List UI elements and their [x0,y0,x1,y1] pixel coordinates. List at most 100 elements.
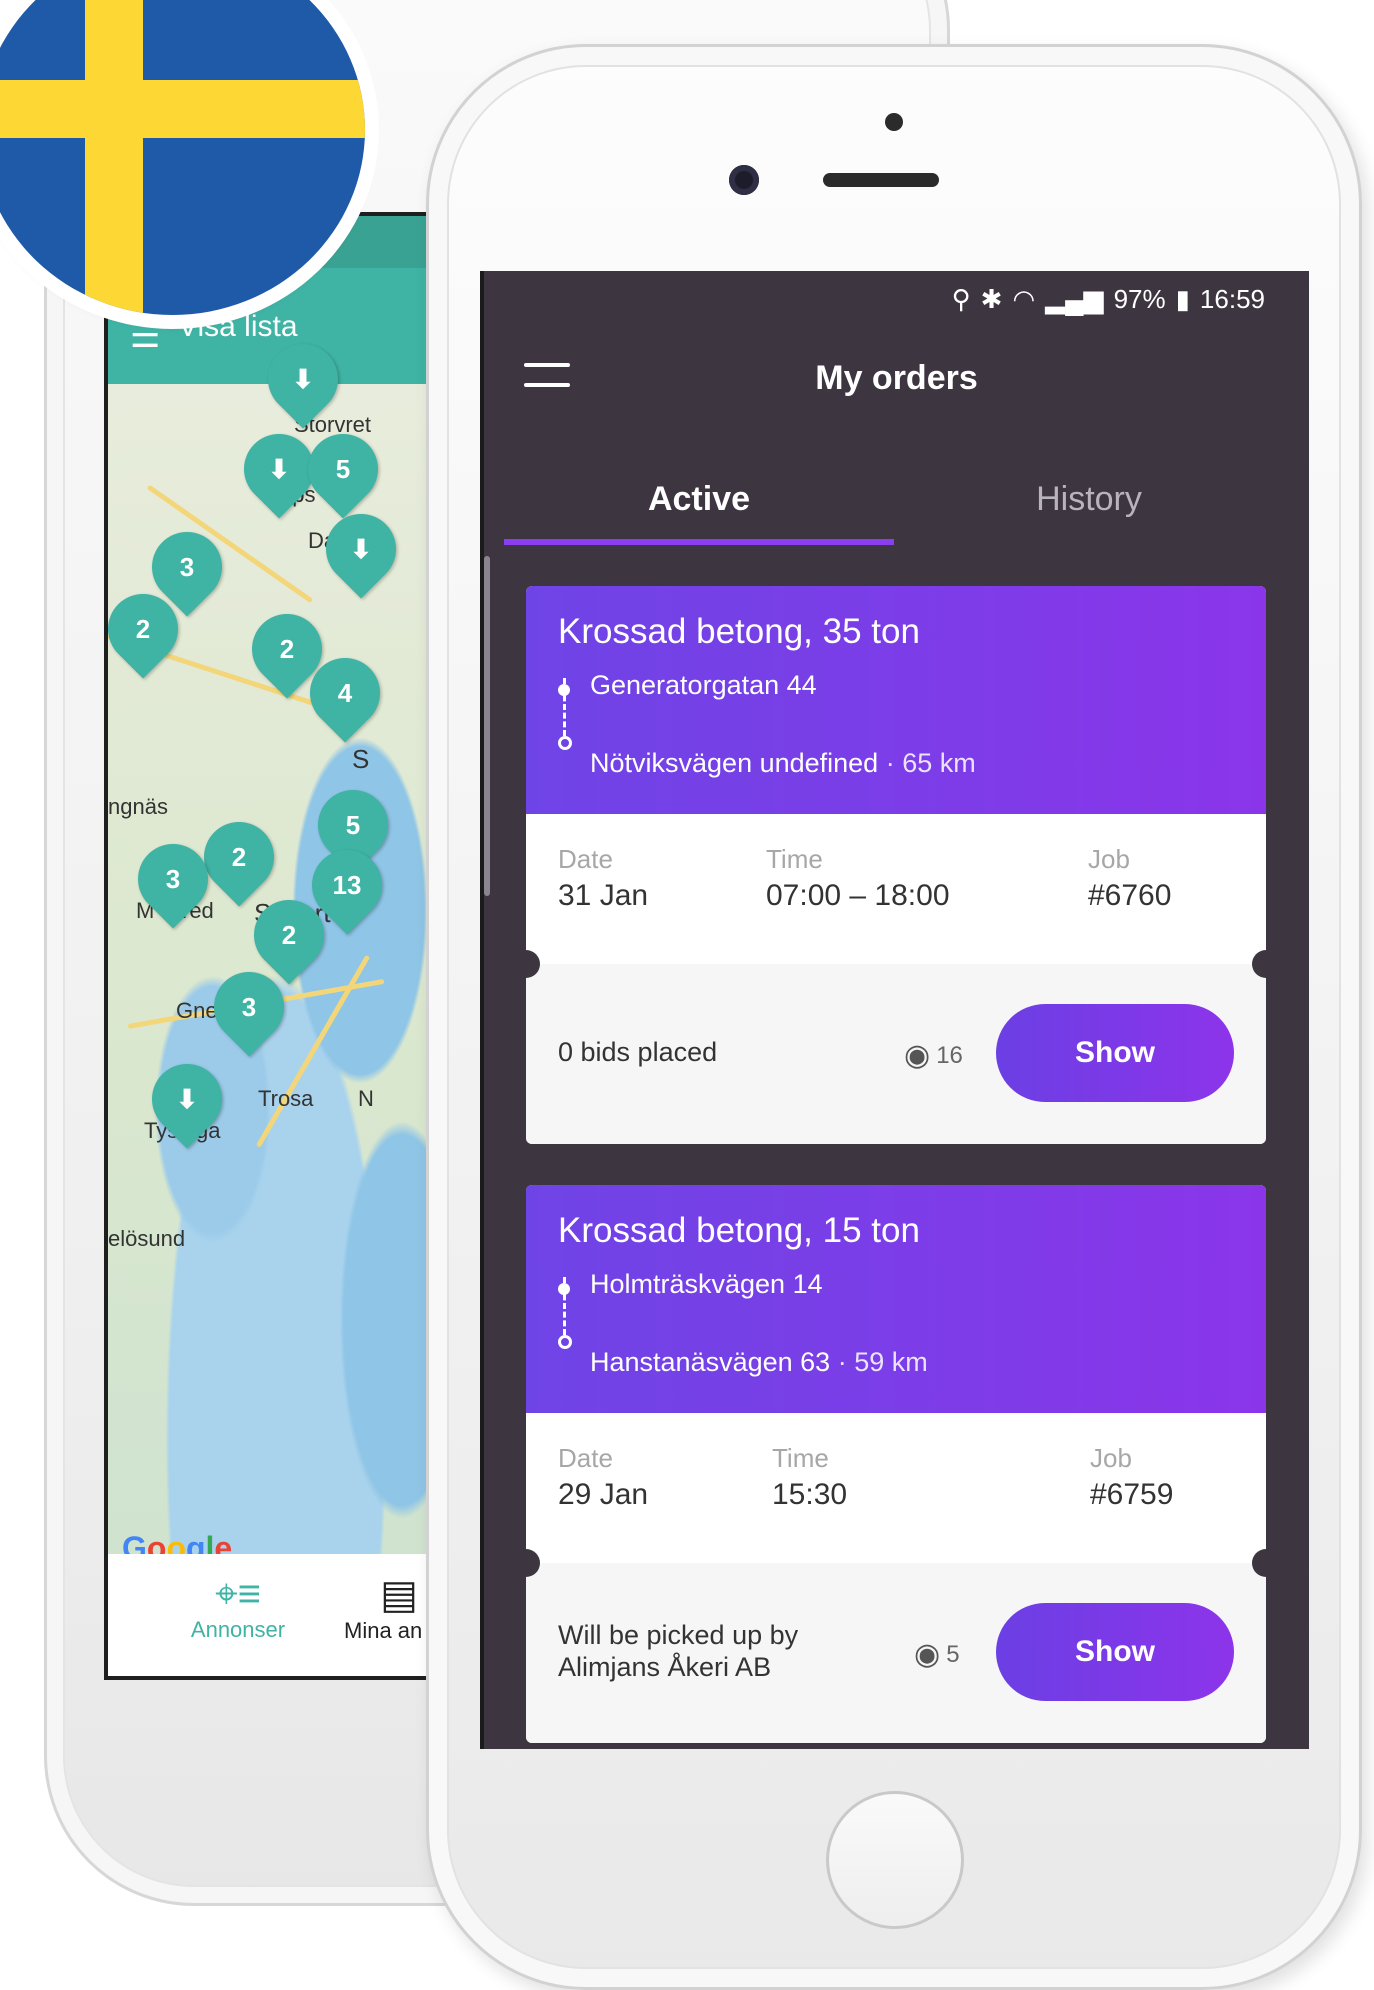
location-icon: ⚲ [951,283,971,314]
destination-line: Nötviksvägen undefined · 65 km [590,748,976,779]
order-status: 0 bids placed [558,1036,717,1068]
download-icon: ⬇ [350,533,372,564]
view-count-value: 5 [946,1640,960,1668]
map-label: N [358,1086,374,1111]
order-card-header: Krossad betong, 35 ton Generatorgatan 44… [526,586,1266,814]
map-pin-cluster[interactable]: 3 [123,829,223,929]
map-pin-list-icon: ⌖≡ [215,1572,261,1616]
map-pin-cluster[interactable]: 4 [295,643,395,743]
time-field: Time 07:00 – 18:00 [766,844,950,913]
tab-active[interactable]: Active [504,451,894,547]
job-value: #6760 [1088,879,1172,912]
origin-address: Generatorgatan 44 [590,670,817,700]
order-title: Krossad betong, 15 ton [558,1211,920,1250]
nav-item-annonser[interactable]: ⌖≡ Annonser [158,1572,318,1643]
time-field: Time 15:30 [772,1443,847,1512]
view-count: ◉ 5 [914,1637,960,1672]
date-value: 29 Jan [558,1478,649,1511]
proximity-sensor [885,113,903,131]
time-label: Time [772,1443,829,1473]
map-label: ngnäs [108,794,168,819]
eye-icon: ◉ [914,1638,941,1671]
active-tab-indicator [504,539,894,545]
destination-address: Hanstanäsvägen 63 [590,1347,831,1377]
job-label: Job [1088,844,1130,874]
nav-item-label: Mina an [344,1618,423,1643]
list-icon[interactable]: ☰ [130,316,160,356]
time-value: 15:30 [772,1478,848,1511]
status-bar: ⚲ ✱ ◠ ▂▄▆ 97% ▮ 16:59 [952,279,1265,319]
destination-dot-icon [558,736,572,750]
job-value: #6759 [1090,1478,1174,1511]
map-pin-download[interactable]: ⬇ [137,1049,237,1149]
show-list-label[interactable]: Visa lista [178,310,298,344]
map-pin-cluster[interactable]: 5 [293,419,393,519]
home-button[interactable] [826,1791,964,1929]
status-line: Alimjans Åkeri AB [558,1652,772,1682]
battery-icon: ▮ [1175,283,1190,314]
map-label: S [352,744,370,774]
order-status: Will be picked up by Alimjans Åkeri AB [558,1619,798,1683]
tab-history[interactable]: History [894,451,1284,547]
scrollbar[interactable] [484,556,490,896]
view-count-value: 16 [936,1041,963,1069]
earpiece-speaker [823,173,939,187]
page-title: My orders [815,359,978,397]
separator: · [885,748,903,778]
tab-bar: Active History [484,451,1309,547]
bluetooth-icon: ✱ [980,283,1003,314]
status-line: Will be picked up by [558,1620,799,1650]
date-value: 31 Jan [558,879,649,912]
front-phone-screen: ⚲ ✱ ◠ ▂▄▆ 97% ▮ 16:59 My orders Active H… [480,271,1309,1749]
clock: 16:59 [1199,283,1265,314]
order-card-header: Krossad betong, 15 ton Holmträskvägen 14… [526,1185,1266,1413]
origin-address: Holmträskvägen 14 [590,1269,823,1299]
nav-item-label: Annonser [190,1617,286,1642]
job-label: Job [1090,1443,1132,1473]
app-bar: My orders [484,331,1309,431]
map-label: Trosa [258,1086,314,1111]
date-label: Date [558,844,613,874]
flag-cross-vertical [85,0,143,315]
map-pin-download[interactable]: ⬇ [311,499,411,599]
order-details: Date 31 Jan Time 07:00 – 18:00 Job #6760 [526,814,1266,964]
download-icon: ⬇ [176,1083,198,1114]
order-footer: Will be picked up by Alimjans Åkeri AB ◉… [526,1549,1266,1743]
order-card[interactable]: Krossad betong, 35 ton Generatorgatan 44… [526,586,1266,1144]
destination-dot-icon [558,1335,572,1349]
order-footer: 0 bids placed ◉ 16 Show [526,950,1266,1144]
show-button[interactable]: Show [996,1603,1234,1701]
front-camera-icon [729,165,759,195]
show-button[interactable]: Show [996,1004,1234,1102]
job-field: Job #6759 [1090,1443,1173,1512]
destination-address: Nötviksvägen undefined [590,748,879,778]
map-label: elösund [108,1226,186,1251]
order-details: Date 29 Jan Time 15:30 Job #6759 [526,1413,1266,1563]
download-icon: ⬇ [292,363,314,394]
distance: 65 km [902,748,976,778]
map-pin-cluster[interactable]: 2 [239,885,339,985]
signal-icon: ▂▄▆ [1045,283,1104,314]
date-field: Date 31 Jan [558,844,648,913]
route-line [563,1277,566,1335]
destination-line: Hanstanäsvägen 63 · 59 km [590,1347,928,1378]
job-field: Job #6760 [1088,844,1171,913]
flag-cross-horizontal [0,80,365,138]
map-pin-cluster[interactable]: 3 [199,957,299,1057]
map-pin-download[interactable]: ⬇ [253,329,353,429]
date-field: Date 29 Jan [558,1443,648,1512]
time-value: 07:00 – 18:00 [766,879,950,912]
date-label: Date [558,1443,613,1473]
wifi-icon: ◠ [1012,283,1036,314]
download-icon: ⬇ [268,453,290,484]
time-label: Time [766,844,823,874]
order-card[interactable]: Krossad betong, 15 ton Holmträskvägen 14… [526,1185,1266,1743]
status-line: 0 bids placed [558,1037,718,1067]
eye-icon: ◉ [904,1039,931,1072]
view-count: ◉ 16 [904,1038,963,1073]
route-line [563,678,566,736]
separator: · [837,1347,855,1377]
battery-percent: 97% [1113,283,1166,314]
distance: 59 km [854,1347,928,1377]
order-title: Krossad betong, 35 ton [558,612,920,651]
